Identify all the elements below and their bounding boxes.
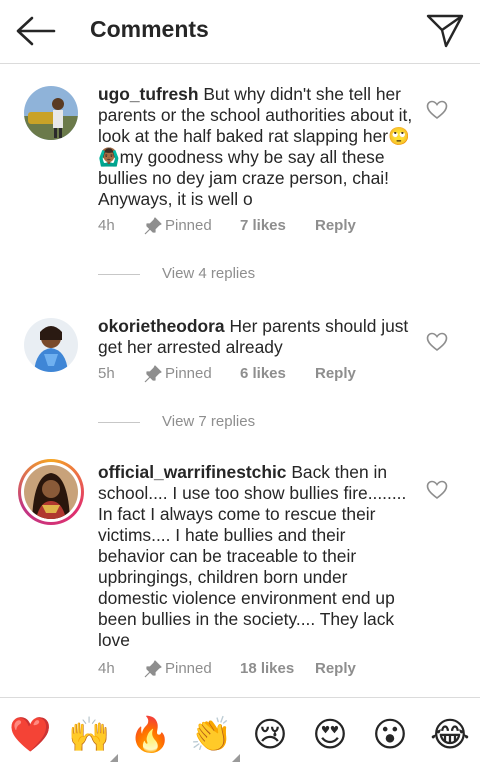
heart-icon[interactable]: [426, 480, 448, 500]
comment-text: official_warrifinestchic Back then in sc…: [98, 462, 413, 651]
clapping-hands-emoji[interactable]: 👏: [190, 714, 240, 762]
raising-hands-emoji[interactable]: 🙌: [68, 714, 118, 762]
reply-button[interactable]: Reply: [315, 217, 356, 234]
likes-count[interactable]: 6 likes: [240, 365, 286, 382]
comment-time: 5h: [98, 365, 115, 382]
comment-username[interactable]: ugo_tufresh: [98, 84, 198, 104]
avatar[interactable]: [24, 86, 78, 140]
clapping-hands-glyph: 👏: [190, 716, 233, 754]
heart-icon[interactable]: [426, 100, 448, 120]
comment-time: 4h: [98, 217, 115, 234]
comments-header: Comments: [0, 0, 480, 64]
arrow-left-icon[interactable]: [14, 14, 58, 48]
view-replies-label: View 4 replies: [162, 265, 256, 282]
view-replies-button[interactable]: View 4 replies: [98, 265, 298, 285]
crying-face-emoji[interactable]: 😢: [249, 714, 291, 756]
fire-emoji[interactable]: 🔥: [129, 714, 171, 756]
paper-plane-icon[interactable]: [422, 10, 466, 50]
comment-body: Back then in school.... I use too show b…: [98, 462, 407, 650]
view-replies-button[interactable]: View 7 replies: [98, 413, 298, 433]
tears-of-joy-emoji[interactable]: 😂: [429, 714, 471, 756]
pin-icon: [144, 217, 162, 235]
likes-count[interactable]: 7 likes: [240, 217, 286, 234]
reply-button[interactable]: Reply: [315, 660, 356, 677]
comment-username[interactable]: okorietheodora: [98, 316, 225, 336]
heart-icon[interactable]: [426, 332, 448, 352]
comment-username[interactable]: official_warrifinestchic: [98, 462, 286, 482]
view-replies-label: View 7 replies: [162, 413, 256, 430]
comment-text: ugo_tufresh But why didn't she tell her …: [98, 84, 413, 210]
replies-divider: [98, 274, 140, 275]
likes-count[interactable]: 18 likes: [240, 660, 294, 677]
red-heart-emoji[interactable]: ❤️: [9, 714, 51, 756]
story-ring-avatar[interactable]: [18, 459, 84, 525]
pinned-label: Pinned: [165, 217, 212, 234]
comment-time: 4h: [98, 660, 115, 677]
pin-icon: [144, 365, 162, 383]
avatar: [24, 465, 78, 519]
raising-hands-glyph: 🙌: [68, 716, 111, 754]
replies-divider: [98, 422, 140, 423]
heart-eyes-emoji[interactable]: 😍: [309, 714, 351, 756]
comment-text: okorietheodora Her parents should just g…: [98, 316, 413, 358]
pin-icon: [144, 660, 162, 678]
avatar[interactable]: [24, 318, 78, 372]
pinned-label: Pinned: [165, 660, 212, 677]
emoji-reaction-bar: ❤️ 🙌 🔥 👏 😢 😍 😮 😂: [0, 697, 480, 771]
page-title: Comments: [90, 16, 209, 42]
pinned-label: Pinned: [165, 365, 212, 382]
open-mouth-emoji[interactable]: 😮: [369, 714, 411, 756]
reply-button[interactable]: Reply: [315, 365, 356, 382]
